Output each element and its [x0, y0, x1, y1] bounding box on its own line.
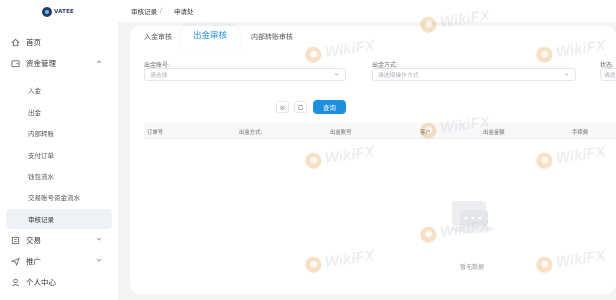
column-header-fee: 手续费: [572, 130, 589, 136]
wikifx-logo-icon: [304, 255, 323, 274]
sidebar-sub-item-withdraw[interactable]: 出金: [0, 102, 112, 122]
sidebar-sub-item-wallet-flow[interactable]: 钱包流水: [0, 166, 112, 186]
breadcrumb-current: 申请处: [174, 8, 194, 16]
withdraw-method-placeholder: 请选择操作方式: [378, 73, 419, 79]
chevron-up-icon: [96, 60, 102, 64]
top-bar: 审核记录 / 申请处: [118, 0, 616, 22]
sidebar-item-label: 推广: [26, 256, 41, 266]
chevron-down-icon: [334, 73, 339, 76]
logo-icon: [42, 7, 52, 17]
sidebar-sub-item-audit-records[interactable]: 审核记录: [6, 209, 112, 229]
column-header-withdraw-method: 出金方式:: [239, 130, 263, 136]
wallet-icon: [10, 58, 20, 68]
sidebar-item-label: 首页: [26, 37, 41, 47]
sidebar-item-trading[interactable]: 交易: [0, 230, 118, 250]
refresh-icon: [297, 104, 304, 110]
collapse-filters-button[interactable]: [276, 101, 289, 113]
empty-data-text: 暂无数据: [460, 264, 485, 271]
chevron-down-icon: [564, 73, 569, 76]
sidebar-sub-item-account-fund-flow[interactable]: 交易账号资金流水: [0, 187, 112, 207]
tab-deposit-audit[interactable]: 入金审核: [144, 32, 172, 42]
home-icon: [10, 37, 20, 47]
sidebar-item-home[interactable]: 首页: [0, 32, 118, 52]
breadcrumb-audit-records[interactable]: 审核记录: [131, 6, 157, 16]
wikifx-logo-icon: [535, 45, 554, 64]
logo[interactable]: VATEE: [42, 7, 74, 17]
sidebar-item-promotion[interactable]: 推广: [0, 251, 118, 271]
wikifx-logo-icon: [419, 15, 438, 34]
send-icon: [10, 256, 20, 266]
wikifx-logo-icon: [419, 225, 438, 244]
double-chevron-icon: [280, 104, 285, 110]
column-header-withdraw-account: 出金账号: [330, 130, 352, 136]
sidebar: VATEE 首页 资金管理 入金 出金 内部转账 支付订单 钱包流水 交易账号资…: [0, 0, 118, 300]
sidebar-sub-item-internal-transfer[interactable]: 内部转账: [0, 123, 112, 143]
withdraw-account-placeholder: 请选择: [150, 73, 168, 79]
sidebar-sub-item-payment-orders[interactable]: 支付订单: [0, 145, 112, 165]
user-icon: [10, 277, 20, 287]
sidebar-item-personal-center[interactable]: 个人中心: [0, 272, 118, 292]
wikifx-logo-icon: [304, 45, 323, 64]
withdraw-account-select[interactable]: 请选择: [144, 68, 346, 81]
wikifx-logo-icon: [419, 121, 438, 140]
tab-withdraw-audit[interactable]: 出金审核: [193, 29, 227, 41]
trade-icon: [10, 235, 20, 245]
breadcrumb-separator: /: [160, 6, 163, 14]
sidebar-item-fund-management[interactable]: 资金管理: [0, 53, 118, 73]
sidebar-sub-item-deposit[interactable]: 入金: [0, 80, 112, 100]
withdraw-method-select[interactable]: 请选择操作方式: [372, 68, 576, 81]
search-button[interactable]: 查询: [313, 100, 346, 114]
table-header: 订单号 出金方式: 出金账号 客户 出金金额 手续费: [144, 123, 616, 139]
wikifx-logo-icon: [535, 255, 554, 274]
sidebar-item-label: 个人中心: [26, 277, 56, 287]
wikifx-logo-icon: [304, 151, 323, 170]
sidebar-item-label: 交易: [26, 235, 41, 245]
chevron-down-icon: [96, 237, 102, 241]
chevron-down-icon: [96, 258, 102, 262]
tab-internal-transfer-audit[interactable]: 内部转账审核: [251, 32, 293, 42]
sidebar-item-label: 资金管理: [26, 58, 56, 68]
reset-button[interactable]: [294, 101, 307, 113]
status-placeholder: 请选: [604, 73, 616, 79]
logo-text: VATEE: [54, 9, 74, 15]
column-header-order-no: 订单号: [147, 130, 164, 136]
status-select[interactable]: 请选: [600, 68, 616, 81]
wikifx-logo-icon: [535, 151, 554, 170]
